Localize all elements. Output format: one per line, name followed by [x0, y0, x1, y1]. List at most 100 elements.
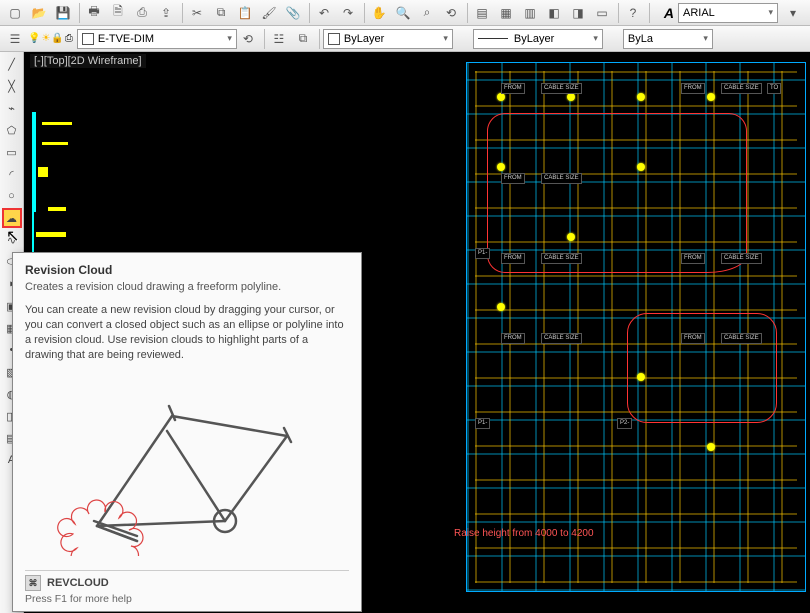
chevron-down-icon: ▾ [768, 7, 773, 18]
fp-tag: FROM [681, 83, 705, 94]
chevron-down-icon: ▾ [227, 33, 232, 44]
clipboard-icon[interactable]: 📎 [282, 2, 304, 24]
help-icon[interactable]: ? [622, 2, 644, 24]
line-icon[interactable]: ╱ [2, 54, 22, 74]
textstyle-icon[interactable]: A [664, 5, 674, 21]
color-bylayer-dropdown[interactable]: ByLayer ▾ [323, 29, 453, 49]
linetype-preview [478, 38, 508, 39]
lineweight-bylayer-dropdown[interactable]: ByLa ▾ [623, 29, 713, 49]
polygon-icon[interactable]: ⬠ [2, 120, 22, 140]
rectangle-icon[interactable]: ▭ [2, 142, 22, 162]
fp-tag: CABLE SIZE [541, 253, 582, 264]
linetype-bylayer-value: ByLayer [514, 33, 554, 45]
canvas-annotation: Raise height from 4000 to 4200 [454, 528, 594, 539]
tooltip-illustration [25, 368, 349, 564]
undo-icon[interactable]: ↶ [313, 2, 335, 24]
revcloud-icon[interactable]: ☁ [2, 208, 22, 228]
font-name-value: ARIAL [683, 7, 715, 19]
font-name-dropdown[interactable]: ARIAL ▾ [678, 3, 778, 23]
print-icon[interactable]: 🖶 [83, 2, 105, 24]
fp-tag: FROM [681, 333, 705, 344]
fp-tag: CABLE SIZE [721, 253, 762, 264]
save-icon[interactable]: 💾 [52, 2, 74, 24]
fp-tag: FROM [501, 253, 525, 264]
text-prop-icon[interactable]: ▾ [782, 2, 804, 24]
construction-line-icon[interactable]: ╳ [2, 76, 22, 96]
match-prop-icon[interactable]: 🖌 [258, 2, 280, 24]
fp-tag: TO [767, 83, 781, 94]
tooltip-body: You can create a new revision cloud by d… [25, 303, 349, 362]
calc-icon[interactable]: ▭ [591, 2, 613, 24]
fp-tag: CABLE SIZE [721, 83, 762, 94]
markup-icon[interactable]: ◨ [567, 2, 589, 24]
circle-icon[interactable]: ○ [2, 186, 22, 206]
layer-manager-icon[interactable]: ☰ [4, 28, 26, 50]
fp-tag: CABLE SIZE [541, 333, 582, 344]
bulb-icon[interactable]: 💡 [28, 33, 40, 44]
layer-filter-icon[interactable]: ⧉ [292, 28, 314, 50]
sheet-icon[interactable]: ▦ [495, 2, 517, 24]
polyline-icon[interactable]: ⌁ [2, 98, 22, 118]
fp-tag: CABLE SIZE [541, 173, 582, 184]
font-style-area: A ARIAL ▾ ▾ [664, 2, 806, 24]
color-swatch [328, 33, 340, 45]
layer-prev-icon[interactable]: ⟲ [237, 28, 259, 50]
floorplan-drawing: FROM CABLE SIZE FROM CABLE SIZE TO FROM … [466, 62, 806, 592]
new-file-icon[interactable]: ▢ [4, 2, 26, 24]
toolbar-main: ▢ 📂 💾 🖶 🗎 ⎙ ⇪ ✂ ⧉ 📋 🖌 📎 ↶ ↷ ✋ 🔍 ⌕ ⟲ ▤ ▦ … [0, 0, 810, 26]
fp-tag: P2- [617, 418, 632, 429]
fp-tag: FROM [681, 253, 705, 264]
plot-layer-icon[interactable]: ⎙ [65, 33, 73, 44]
print-preview-icon[interactable]: 🗎 [107, 2, 129, 24]
tooltip-footer: ⌘ REVCLOUD Press F1 for more help [25, 570, 349, 605]
color-bylayer-value: ByLayer [344, 33, 384, 45]
layer-color-swatch [82, 33, 94, 45]
tooltip-command: REVCLOUD [47, 577, 109, 589]
layer-name-dropdown[interactable]: E-TVE-DIM ▾ [77, 29, 237, 49]
sun-icon[interactable]: ☀ [41, 33, 50, 44]
revision-cloud-shape [627, 313, 777, 423]
chevron-down-icon: ▾ [703, 33, 708, 44]
copy-icon[interactable]: ⧉ [210, 2, 232, 24]
fp-tag: CABLE SIZE [541, 83, 582, 94]
zoom-icon[interactable]: 🔍 [392, 2, 414, 24]
open-icon[interactable]: 📂 [28, 2, 50, 24]
paste-icon[interactable]: 📋 [234, 2, 256, 24]
cut-icon[interactable]: ✂ [186, 2, 208, 24]
plot-icon[interactable]: ⎙ [131, 2, 153, 24]
lineweight-bylayer-value: ByLa [628, 33, 653, 45]
tooltip-command-row: ⌘ REVCLOUD [25, 575, 349, 591]
toolbar-layers: ☰ 💡 ☀ 🔒 ⎙ E-TVE-DIM ▾ ⟲ ☳ ⧉ ByLayer ▾ By… [0, 26, 810, 52]
fp-tag: FROM [501, 173, 525, 184]
tool-palette-icon[interactable]: ▥ [519, 2, 541, 24]
arc-icon[interactable]: ◜ [2, 164, 22, 184]
fp-tag: P1- [475, 248, 490, 259]
bike-illustration [37, 376, 337, 556]
spline-icon[interactable]: ∿ [2, 230, 22, 250]
tooltip-revision-cloud: Revision Cloud Creates a revision cloud … [12, 252, 362, 612]
viewport-label[interactable]: [-][Top][2D Wireframe] [30, 54, 146, 68]
chevron-down-icon: ▾ [593, 33, 598, 44]
pan-icon[interactable]: ✋ [368, 2, 390, 24]
tooltip-title: Revision Cloud [25, 263, 349, 277]
revision-cloud-shape [487, 113, 747, 273]
design-center-icon[interactable]: ◧ [543, 2, 565, 24]
linetype-bylayer-dropdown[interactable]: ByLayer ▾ [473, 29, 603, 49]
zoom-window-icon[interactable]: ⌕ [416, 2, 438, 24]
chevron-down-icon: ▾ [443, 33, 448, 44]
properties-icon[interactable]: ▤ [471, 2, 493, 24]
fp-tag: CABLE SIZE [721, 333, 762, 344]
command-icon: ⌘ [25, 575, 41, 591]
tooltip-subtitle: Creates a revision cloud drawing a freef… [25, 281, 349, 293]
redo-icon[interactable]: ↷ [337, 2, 359, 24]
layer-state-icons: 💡 ☀ 🔒 ⎙ [28, 33, 73, 44]
layer-state-icon[interactable]: ☳ [268, 28, 290, 50]
zoom-prev-icon[interactable]: ⟲ [440, 2, 462, 24]
lock-icon[interactable]: 🔒 [51, 33, 63, 44]
fp-tag: P1- [475, 418, 490, 429]
fp-tag: FROM [501, 333, 525, 344]
layer-name-value: E-TVE-DIM [98, 33, 154, 45]
fp-tag: FROM [501, 83, 525, 94]
tooltip-help: Press F1 for more help [25, 593, 349, 605]
publish-icon[interactable]: ⇪ [155, 2, 177, 24]
